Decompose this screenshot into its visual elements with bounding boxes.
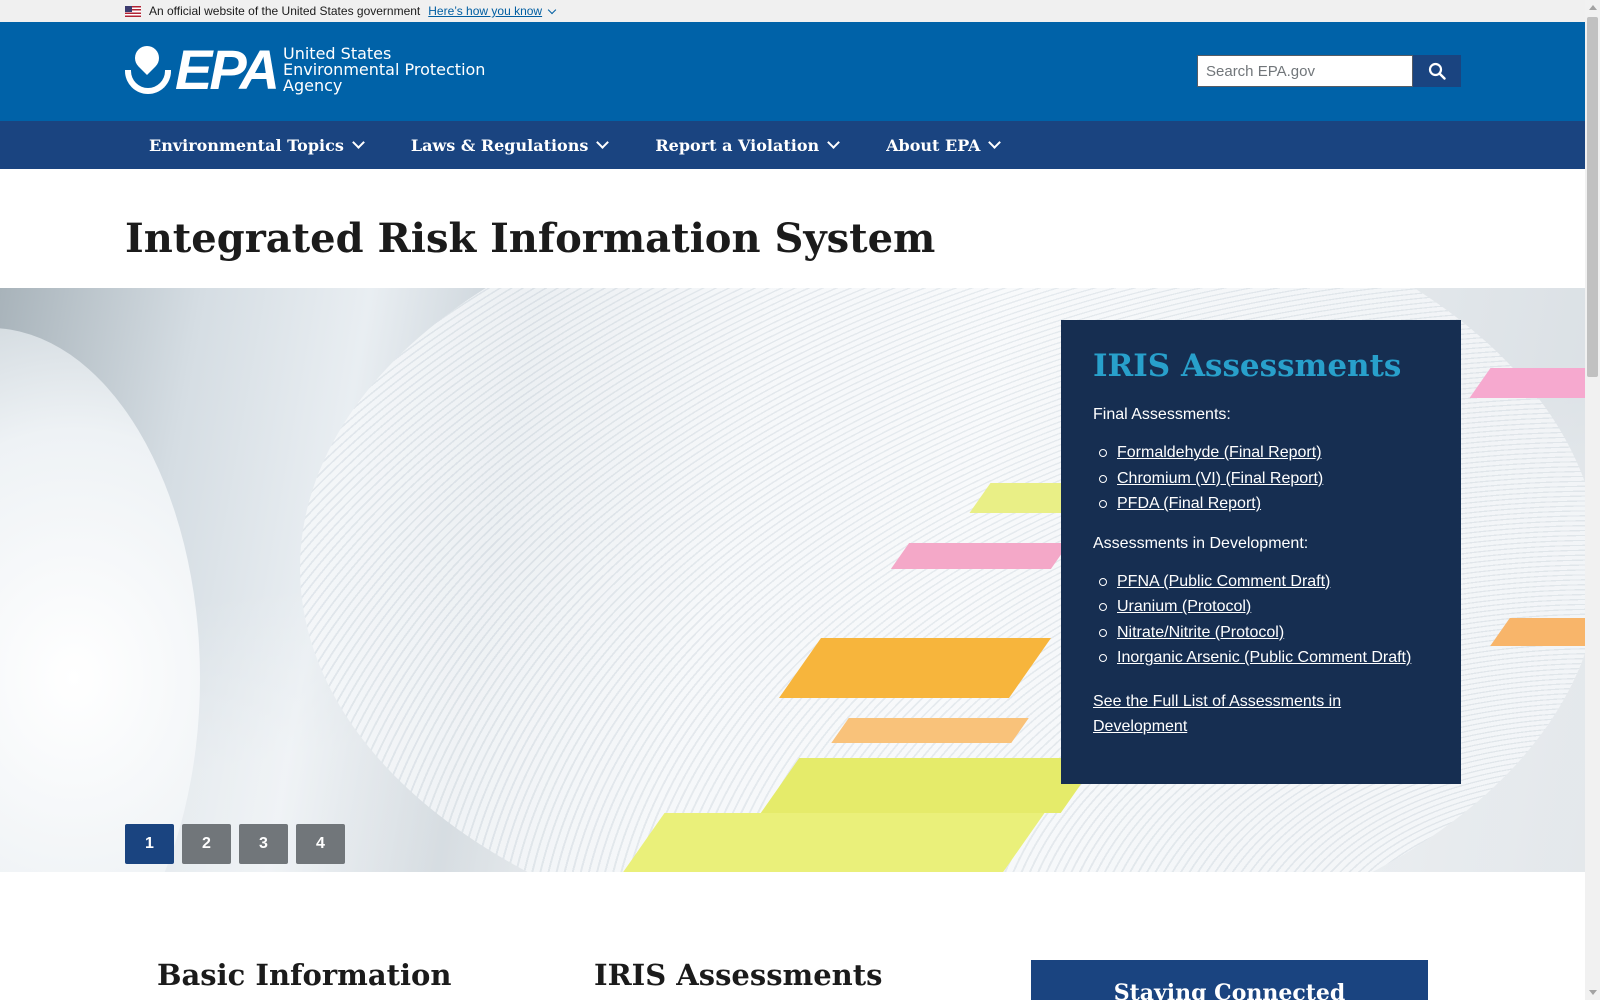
dev-assessments-list: PFNA (Public Comment Draft) Uranium (Pro… — [1093, 569, 1429, 671]
main-nav: Environmental Topics Laws & Regulations … — [0, 121, 1600, 169]
nav-about-epa[interactable]: About EPA — [862, 121, 1023, 169]
nav-report-violation[interactable]: Report a Violation — [631, 121, 862, 169]
logo-wordmark: EPA — [175, 38, 280, 101]
chevron-down-icon — [827, 136, 840, 149]
iris-assessments-panel: IRIS Assessments Final Assessments: Form… — [1061, 320, 1461, 784]
list-item: Uranium (Protocol) — [1093, 594, 1429, 620]
heres-how-you-know-link[interactable]: Here’s how you know — [428, 4, 542, 18]
epa-flower-icon — [125, 41, 171, 94]
scroll-down-icon[interactable] — [1589, 990, 1597, 995]
list-item: PFNA (Public Comment Draft) — [1093, 569, 1429, 595]
list-item: Inorganic Arsenic (Public Comment Draft) — [1093, 645, 1429, 671]
arsenic-link[interactable]: Inorganic Arsenic (Public Comment Draft) — [1117, 649, 1411, 666]
hero-sticky-tab — [778, 638, 1052, 698]
search-form — [1197, 55, 1461, 87]
logo-agency-name: United States Environmental Protection A… — [283, 44, 486, 95]
pager-button-1[interactable]: 1 — [125, 824, 174, 864]
search-input[interactable] — [1197, 55, 1413, 87]
basic-information-heading: Basic Information — [157, 958, 452, 992]
chevron-down-icon — [351, 136, 365, 149]
hero-sticky-tab — [831, 718, 1029, 743]
gov-banner: An official website of the United States… — [0, 0, 1600, 22]
chevron-down-icon — [596, 136, 610, 149]
us-flag-icon — [125, 5, 141, 17]
final-assessments-label: Final Assessments: — [1093, 406, 1231, 423]
hero-sticky-tab — [615, 813, 1045, 872]
iris-assessments-heading: IRIS Assessments — [594, 958, 883, 992]
pfda-link[interactable]: PFDA (Final Report) — [1117, 495, 1261, 512]
page-title: Integrated Risk Information System — [125, 215, 936, 262]
search-icon — [1428, 62, 1446, 80]
panel-title: IRIS Assessments — [1093, 348, 1402, 384]
nav-environmental-topics[interactable]: Environmental Topics — [125, 121, 387, 169]
list-item: Chromium (VI) (Final Report) — [1093, 466, 1429, 492]
epa-logo[interactable]: EPA United States Environmental Protecti… — [125, 38, 486, 101]
hero-image-curve — [0, 328, 200, 872]
nav-laws-regulations[interactable]: Laws & Regulations — [387, 121, 632, 169]
scrollbar-thumb[interactable] — [1587, 17, 1598, 377]
list-item: Formaldehyde (Final Report) — [1093, 440, 1429, 466]
chevron-down-icon[interactable] — [547, 5, 557, 14]
hero-carousel: IRIS Assessments Final Assessments: Form… — [0, 288, 1585, 872]
full-list-link[interactable]: See the Full List of Assessments in Deve… — [1093, 689, 1429, 739]
pager-button-4[interactable]: 4 — [296, 824, 345, 864]
hero-sticky-tab — [890, 543, 1070, 569]
pager-button-2[interactable]: 2 — [182, 824, 231, 864]
pfna-link[interactable]: PFNA (Public Comment Draft) — [1117, 573, 1330, 590]
search-button[interactable] — [1413, 55, 1461, 87]
gov-banner-text: An official website of the United States… — [149, 4, 421, 18]
list-item: PFDA (Final Report) — [1093, 491, 1429, 517]
chevron-down-icon — [988, 136, 1002, 149]
carousel-pager: 1 2 3 4 — [125, 824, 345, 864]
page-scrollbar[interactable] — [1585, 0, 1600, 1000]
list-item: Nitrate/Nitrite (Protocol) — [1093, 620, 1429, 646]
dev-assessments-label: Assessments in Development: — [1093, 534, 1309, 552]
site-header: EPA United States Environmental Protecti… — [0, 22, 1600, 121]
scroll-up-icon[interactable] — [1589, 5, 1597, 10]
nitrate-link[interactable]: Nitrate/Nitrite (Protocol) — [1117, 624, 1284, 641]
pager-button-3[interactable]: 3 — [239, 824, 288, 864]
staying-connected-box: Staying Connected — [1031, 960, 1428, 1000]
hero-sticky-tab — [760, 758, 1100, 813]
formaldehyde-link[interactable]: Formaldehyde (Final Report) — [1117, 444, 1322, 461]
staying-connected-heading: Staying Connected — [1113, 980, 1346, 1000]
uranium-link[interactable]: Uranium (Protocol) — [1117, 598, 1251, 615]
hero-sticky-tab — [1469, 368, 1585, 398]
chromium-link[interactable]: Chromium (VI) (Final Report) — [1117, 470, 1323, 487]
final-assessments-list: Formaldehyde (Final Report) Chromium (VI… — [1093, 440, 1429, 517]
